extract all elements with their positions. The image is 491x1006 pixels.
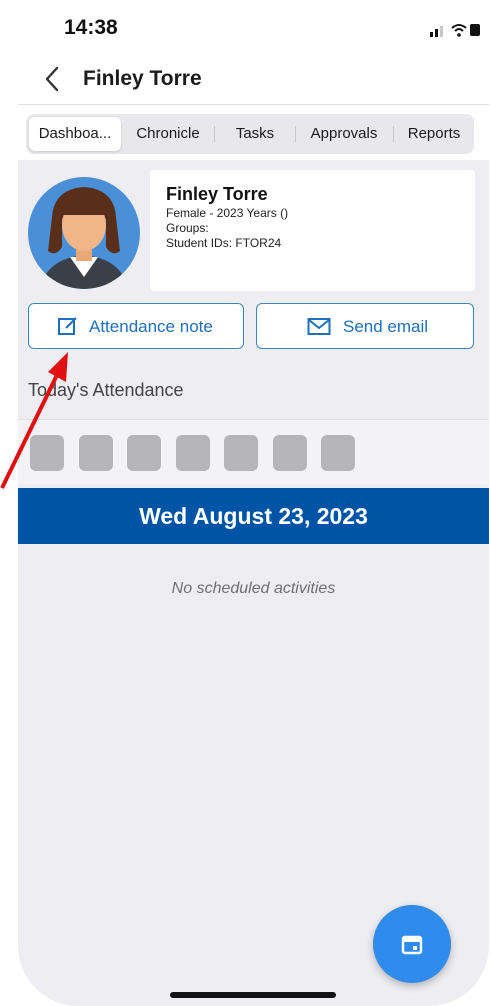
empty-schedule-message: No scheduled activities xyxy=(171,580,336,597)
segmented-tabs: Dashboa... Chronicle Tasks Approvals Rep… xyxy=(26,114,474,154)
mail-icon xyxy=(307,318,331,335)
tab-chronicle[interactable]: Chronicle xyxy=(124,117,212,151)
calendar-icon xyxy=(401,935,423,955)
attendance-box xyxy=(175,435,210,471)
tab-separator xyxy=(393,126,394,142)
attendance-box xyxy=(30,435,64,471)
attendance-box xyxy=(321,435,355,471)
nav-divider xyxy=(18,104,489,105)
tab-approvals[interactable]: Approvals xyxy=(297,117,391,151)
attendance-note-button[interactable]: Attendance note xyxy=(28,303,244,349)
attendance-box xyxy=(78,435,113,471)
battery-icon xyxy=(470,24,480,36)
back-button[interactable] xyxy=(40,64,66,94)
calendar-fab-button[interactable] xyxy=(373,905,451,983)
send-email-button[interactable]: Send email xyxy=(256,303,474,349)
gender-age: Female - 2023 Years () xyxy=(166,206,289,220)
signal-icon xyxy=(430,26,443,37)
student-name: Finley Torre xyxy=(166,184,268,204)
attendance-box xyxy=(272,435,307,471)
tab-separator xyxy=(214,126,215,142)
home-indicator xyxy=(170,992,336,998)
send-email-label: Send email xyxy=(343,317,429,336)
groups-label: Groups: xyxy=(166,221,209,235)
tab-dashboard[interactable]: Dashboa... xyxy=(29,117,121,151)
attendance-title: Today's Attendance xyxy=(28,380,184,400)
tab-reports[interactable]: Reports xyxy=(395,117,473,151)
back-chevron-icon xyxy=(45,66,59,92)
attendance-box xyxy=(224,435,258,471)
tab-separator xyxy=(295,126,296,142)
phone-screen: 14:38 Finley Torre Dashboa... Chronicle … xyxy=(18,0,489,1006)
avatar-image xyxy=(28,177,140,289)
wifi-icon xyxy=(451,24,467,37)
page-title: Finley Torre xyxy=(83,67,202,90)
edit-note-icon xyxy=(58,317,77,335)
status-time: 14:38 xyxy=(64,16,118,39)
profile-card: Finley Torre Female - 2023 Years () Grou… xyxy=(150,170,475,291)
student-ids: Student IDs: FTOR24 xyxy=(166,236,282,250)
status-icons xyxy=(430,22,482,43)
attendance-note-label: Attendance note xyxy=(89,317,213,336)
attendance-box xyxy=(127,435,161,471)
date-banner: Wed August 23, 2023 xyxy=(18,488,489,544)
tab-tasks[interactable]: Tasks xyxy=(217,117,293,151)
avatar xyxy=(28,177,140,289)
